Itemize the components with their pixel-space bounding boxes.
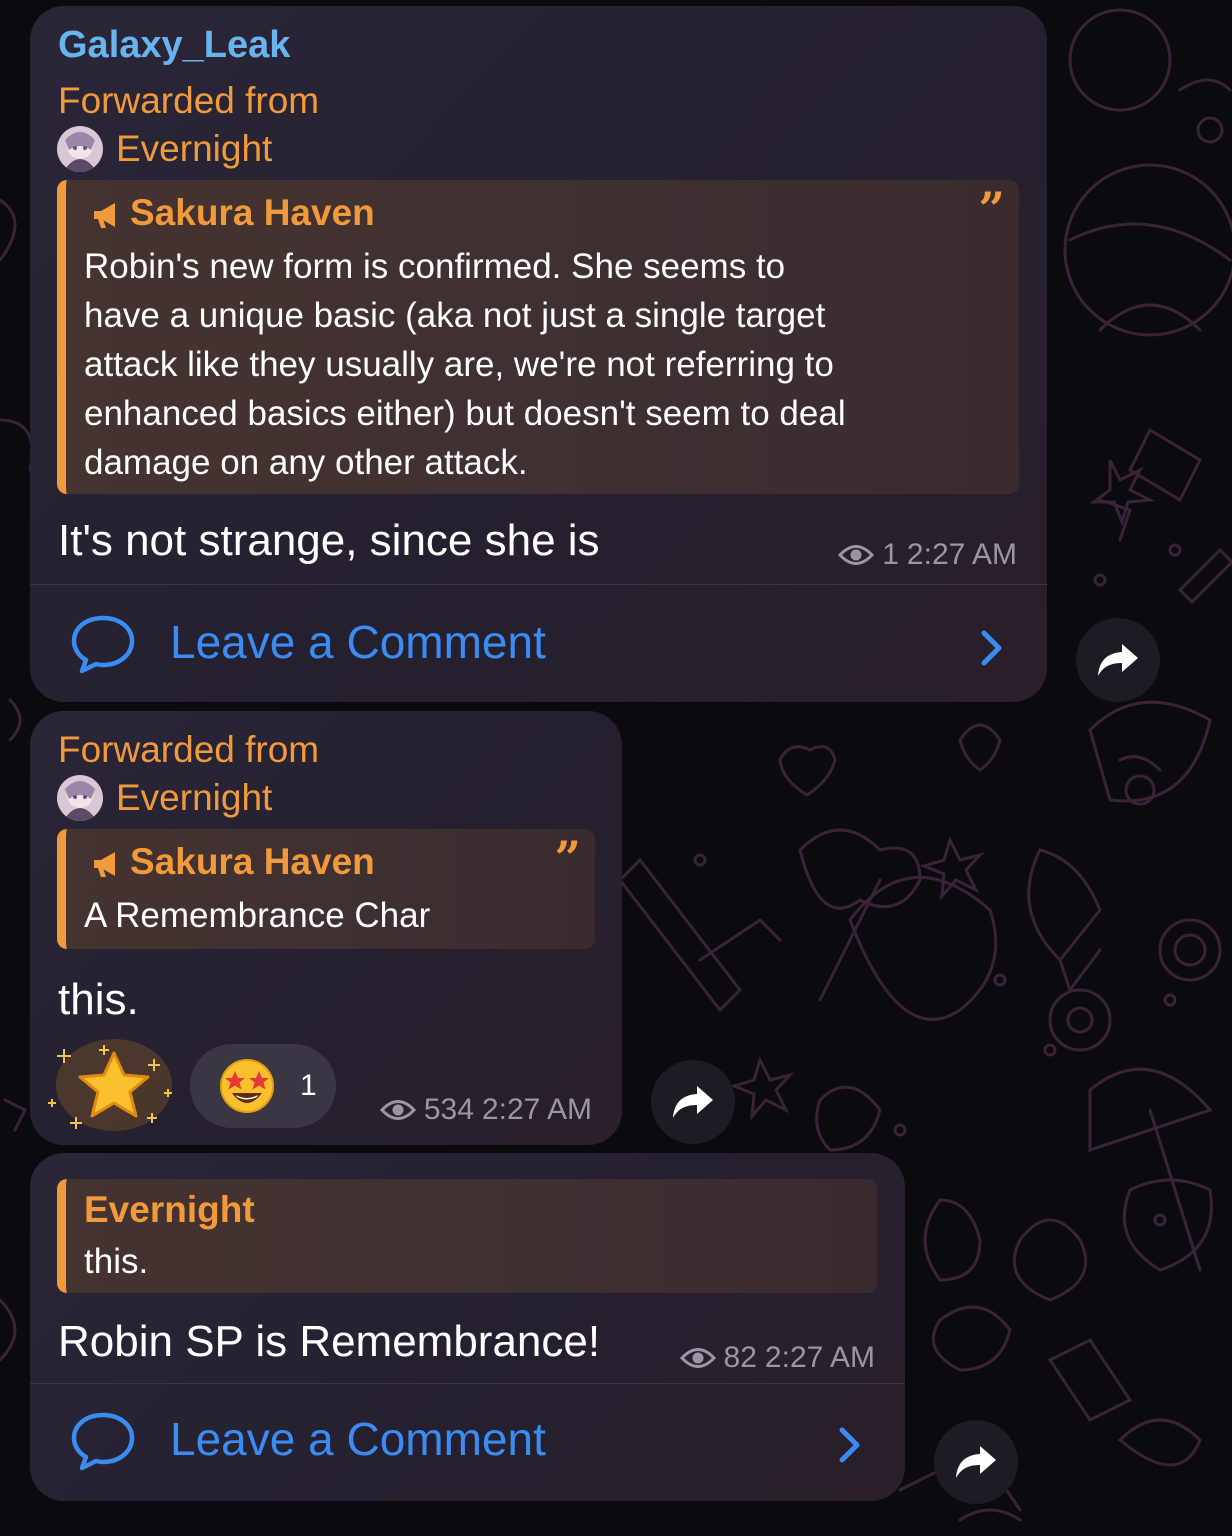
view-count: 1	[882, 538, 899, 571]
chevron-right-icon	[839, 1427, 860, 1463]
reply-quote[interactable]: Evernight this.	[57, 1179, 877, 1293]
message-meta: 534 2:27 AM	[379, 1093, 592, 1127]
share-arrow-icon	[1098, 644, 1138, 676]
share-arrow-icon	[673, 1086, 713, 1118]
share-button[interactable]	[651, 1060, 735, 1144]
quote-text: Robin's new form is confirmed. She seems…	[84, 242, 846, 487]
comment-bubble-icon	[71, 1412, 135, 1471]
eye-icon	[679, 1348, 716, 1368]
chevron-right-icon	[981, 630, 1002, 666]
share-button[interactable]	[934, 1420, 1018, 1504]
forwarded-label: Forwarded from	[58, 729, 320, 770]
leave-comment-button[interactable]: Leave a Comment	[30, 1384, 905, 1501]
star-icon	[48, 1039, 172, 1131]
forwarded-label: Forwarded from	[58, 80, 320, 121]
quote-author: Sakura Haven	[130, 192, 375, 233]
message-meta: 1 2:27 AM	[838, 538, 1017, 572]
view-count: 534	[423, 1093, 474, 1126]
message-bubble: Evernight this. Robin SP is Remembrance!…	[30, 1153, 905, 1501]
reply-author: Evernight	[84, 1189, 255, 1230]
message-bubble: Forwarded from Evernight Sakura Haven ” …	[30, 711, 622, 1145]
star-struck-emoji-icon	[220, 1059, 274, 1113]
eye-icon	[379, 1100, 416, 1120]
quote-line: damage on any other attack.	[84, 443, 528, 482]
quote-text: A Remembrance Char	[84, 896, 431, 935]
forwarded-from-name[interactable]: Evernight	[116, 128, 272, 170]
quote-author: Sakura Haven	[130, 841, 375, 882]
view-count: 82	[723, 1341, 757, 1374]
megaphone-icon	[94, 852, 115, 877]
quote-mark-icon: ”	[554, 831, 581, 885]
message-time: 2:27 AM	[906, 538, 1017, 571]
quote-line: enhanced basics either) but doesn't seem…	[84, 394, 846, 433]
quote-block[interactable]: Sakura Haven ” A Remembrance Char	[57, 829, 595, 949]
message-time: 2:27 AM	[481, 1093, 592, 1126]
quote-line: attack like they usually are, we're not …	[84, 345, 834, 384]
reaction-star-struck[interactable]: 1	[190, 1044, 336, 1128]
quote-mark-icon: ”	[978, 182, 1005, 236]
reaction-star[interactable]	[44, 1029, 174, 1139]
share-arrow-icon	[956, 1446, 996, 1478]
message-time: 2:27 AM	[764, 1341, 875, 1374]
megaphone-icon	[94, 203, 115, 228]
leave-comment-label: Leave a Comment	[170, 616, 546, 668]
message-text: It's not strange, since she is	[58, 516, 600, 565]
forwarded-from-name[interactable]: Evernight	[116, 777, 272, 819]
message-text: Robin SP is Remembrance!	[58, 1317, 601, 1366]
leave-comment-button[interactable]: Leave a Comment	[30, 585, 1047, 702]
comment-bubble-icon	[71, 615, 135, 674]
message-text: this.	[58, 975, 139, 1024]
avatar[interactable]	[57, 775, 103, 821]
avatar[interactable]	[57, 126, 103, 172]
quote-line: have a unique basic (aka not just a sing…	[84, 296, 826, 335]
quote-block[interactable]: Sakura Haven ” Robin's new form is confi…	[57, 180, 1019, 494]
message-meta: 82 2:27 AM	[679, 1341, 875, 1375]
eye-icon	[838, 545, 875, 565]
leave-comment-label: Leave a Comment	[170, 1413, 546, 1465]
message-bubble: Galaxy_Leak Forwarded from Evernight Sak…	[30, 6, 1047, 702]
quote-line: Robin's new form is confirmed. She seems…	[84, 247, 786, 286]
channel-name[interactable]: Galaxy_Leak	[58, 24, 290, 67]
reaction-count: 1	[300, 1069, 317, 1102]
reply-text: this.	[84, 1242, 149, 1281]
share-button[interactable]	[1076, 618, 1160, 702]
